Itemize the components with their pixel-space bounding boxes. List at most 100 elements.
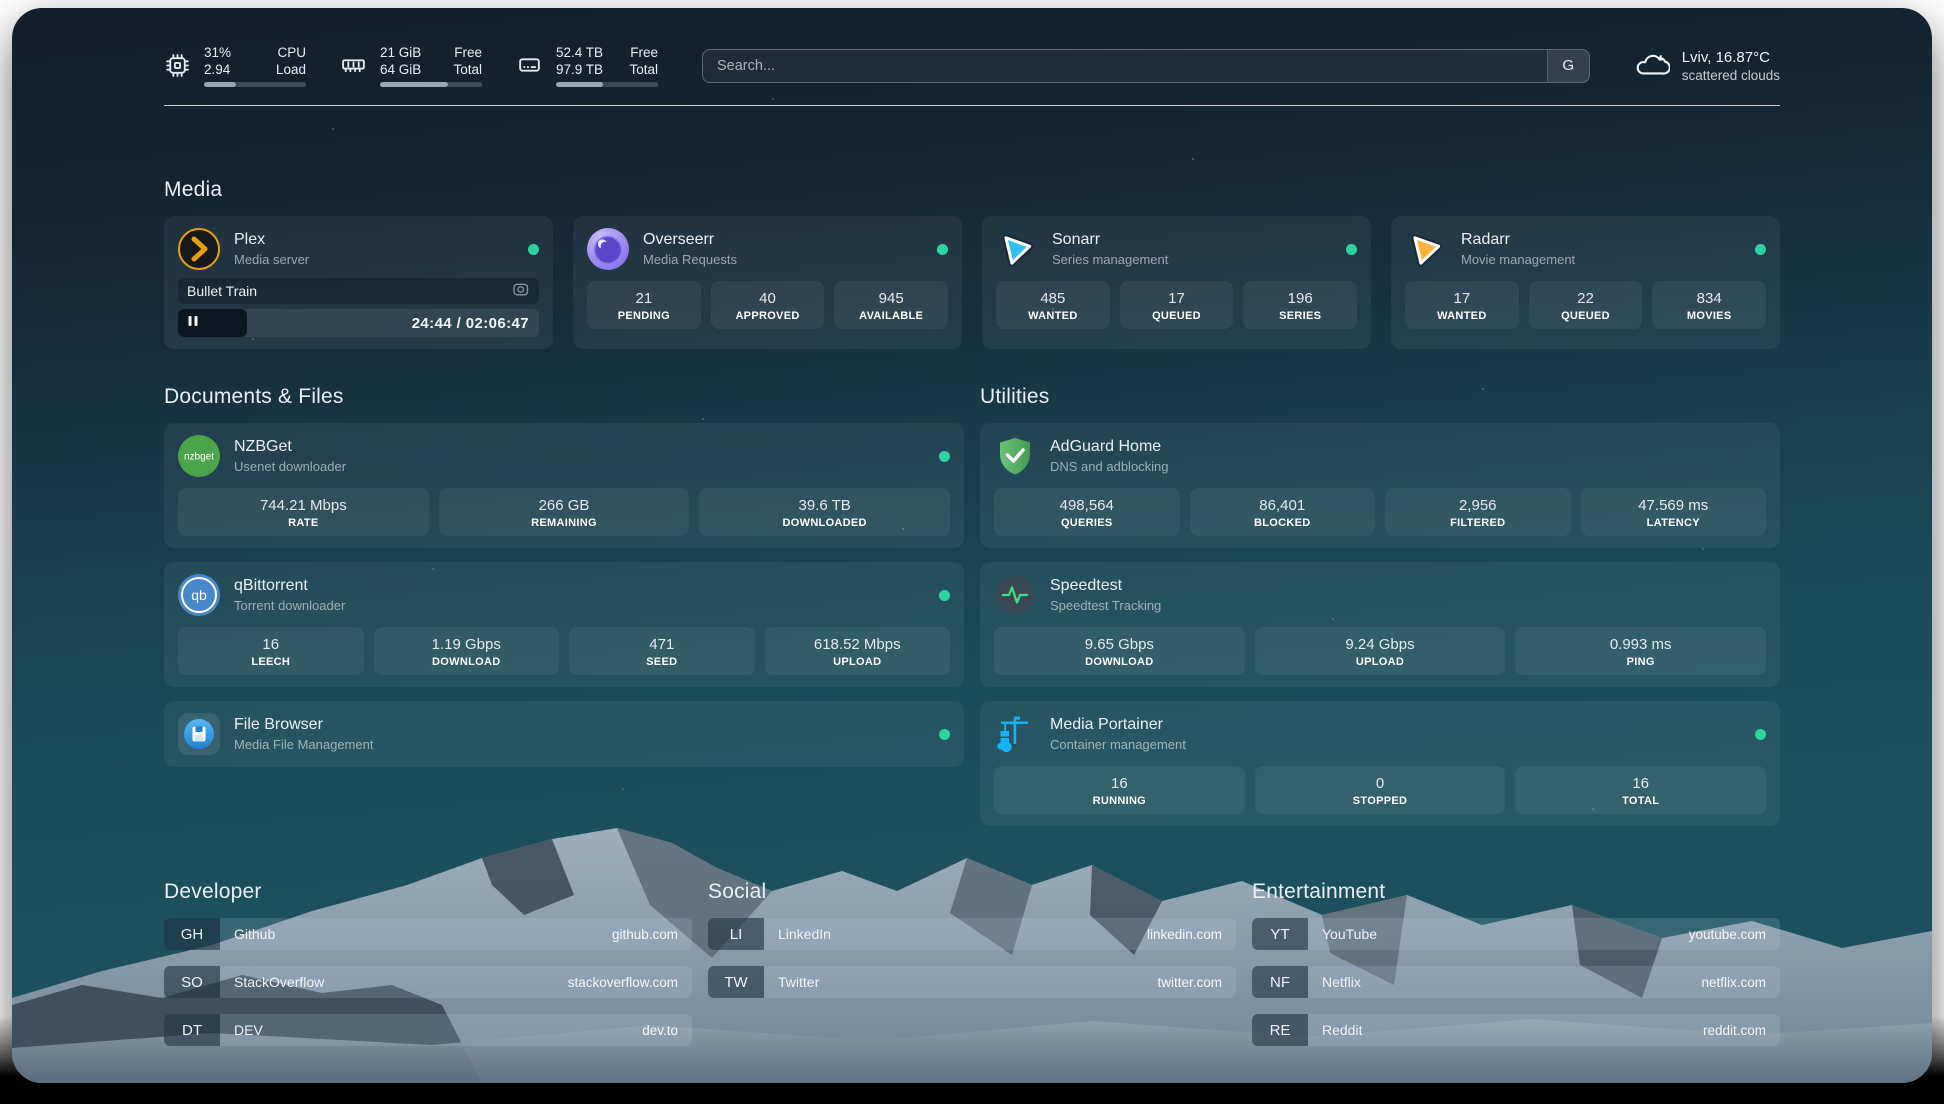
stat-block: 21PENDING bbox=[587, 281, 701, 329]
stat-label: DOWNLOAD bbox=[378, 656, 556, 668]
bookmark-abbr: SO bbox=[164, 966, 220, 998]
bookmark-name: Github bbox=[220, 918, 275, 950]
service-title: AdGuard Home bbox=[1050, 437, 1169, 457]
playback-elapsed-fill bbox=[178, 309, 247, 337]
playback-time: 24:44 / 02:06:47 bbox=[412, 315, 529, 332]
stat-value: 1.19 Gbps bbox=[378, 635, 556, 654]
bookmark-url: netflix.com bbox=[1701, 966, 1780, 998]
stat-label: RUNNING bbox=[998, 795, 1241, 807]
weather-location-temp: Lviv, 16.87°C bbox=[1682, 48, 1780, 67]
service-card-overseerr[interactable]: Overseerr Media Requests 21PENDING 40APP… bbox=[573, 216, 962, 349]
service-card-plex[interactable]: Plex Media server Bullet Train bbox=[164, 216, 553, 349]
stat-block: 17QUEUED bbox=[1120, 281, 1234, 329]
bookmark-group-social: Social LI LinkedIn linkedin.com TW Twitt… bbox=[708, 880, 1236, 1046]
cpu-progress-track bbox=[204, 82, 306, 87]
service-title: Plex bbox=[234, 230, 309, 250]
service-card-nzbget[interactable]: nzbget NZBGet Usenet downloader 744.21 M… bbox=[164, 423, 964, 548]
stat-value: 196 bbox=[1247, 289, 1353, 308]
disk-progress-track bbox=[556, 82, 658, 87]
stat-label: UPLOAD bbox=[769, 656, 947, 668]
stat-block: 9.24 GbpsUPLOAD bbox=[1255, 627, 1506, 675]
bookmark-twitter[interactable]: TW Twitter twitter.com bbox=[708, 966, 1236, 998]
stat-block: 196SERIES bbox=[1243, 281, 1357, 329]
stat-block: 0.993 msPING bbox=[1515, 627, 1766, 675]
service-subtitle: Series management bbox=[1052, 251, 1168, 268]
stat-block: 1.19 Gbps DOWNLOAD bbox=[374, 627, 560, 675]
stat-value: 16 bbox=[1519, 774, 1762, 793]
memory-widget: 21 GiBFree 64 GiBTotal bbox=[340, 44, 482, 87]
stat-label: QUEUED bbox=[1124, 310, 1230, 322]
bookmark-linkedin[interactable]: LI LinkedIn linkedin.com bbox=[708, 918, 1236, 950]
service-card-portainer[interactable]: Media Portainer Container management 16R… bbox=[980, 701, 1780, 826]
weather-condition: scattered clouds bbox=[1682, 67, 1780, 84]
disk-value-2: 97.9 TB bbox=[556, 61, 603, 78]
resource-widgets: 31%CPU 2.94Load 21 GiBFree bbox=[164, 44, 658, 87]
stat-label: REMAINING bbox=[443, 517, 686, 529]
stat-block: 471SEED bbox=[569, 627, 755, 675]
bookmark-abbr: DT bbox=[164, 1014, 220, 1046]
service-card-adguard[interactable]: AdGuard Home DNS and adblocking 498,564Q… bbox=[980, 423, 1780, 548]
stat-value: 266 GB bbox=[443, 496, 686, 515]
cpu-widget: 31%CPU 2.94Load bbox=[164, 44, 306, 87]
section-title-utilities: Utilities bbox=[980, 385, 1780, 409]
service-subtitle: Usenet downloader bbox=[234, 458, 346, 475]
bookmark-url: linkedin.com bbox=[1147, 918, 1236, 950]
cpu-label-1: CPU bbox=[277, 44, 306, 61]
section-title-media: Media bbox=[164, 178, 1780, 202]
stat-block: 39.6 TBDOWNLOADED bbox=[699, 488, 950, 536]
bookmark-group-entertainment: Entertainment YT YouTube youtube.com NF … bbox=[1252, 880, 1780, 1046]
memory-value-2: 64 GiB bbox=[380, 61, 421, 78]
stat-block: 0STOPPED bbox=[1255, 766, 1506, 814]
service-subtitle: Torrent downloader bbox=[234, 597, 345, 614]
memory-progress-fill bbox=[380, 82, 448, 87]
stat-value: 471 bbox=[573, 635, 751, 654]
service-card-filebrowser[interactable]: File Browser Media File Management bbox=[164, 701, 964, 767]
playback-progress-bar: 24:44 / 02:06:47 bbox=[178, 309, 539, 337]
stat-label: PENDING bbox=[591, 310, 697, 322]
stat-block: 16RUNNING bbox=[994, 766, 1245, 814]
search-input[interactable] bbox=[702, 49, 1590, 83]
bookmark-abbr: LI bbox=[708, 918, 764, 950]
search-bar: G bbox=[702, 49, 1590, 83]
cpu-icon bbox=[164, 52, 191, 79]
status-dot bbox=[939, 590, 950, 601]
stat-value: 945 bbox=[838, 289, 944, 308]
bookmark-name: Twitter bbox=[764, 966, 819, 998]
bookmark-abbr: RE bbox=[1252, 1014, 1308, 1046]
stat-value: 0.993 ms bbox=[1519, 635, 1762, 654]
stat-label: STOPPED bbox=[1259, 795, 1502, 807]
bookmark-netflix[interactable]: NF Netflix netflix.com bbox=[1252, 966, 1780, 998]
stat-value: 47.569 ms bbox=[1585, 496, 1763, 515]
stat-value: 744.21 Mbps bbox=[182, 496, 425, 515]
documents-column: Documents & Files nzbget NZBGet Usenet d bbox=[164, 385, 964, 826]
stat-block: 16 TOTAL bbox=[1515, 766, 1766, 814]
cpu-progress-fill bbox=[204, 82, 236, 87]
service-title: Overseerr bbox=[643, 230, 737, 250]
service-card-radarr[interactable]: Radarr Movie management 17WANTED 22QUEUE… bbox=[1391, 216, 1780, 349]
disk-progress-fill bbox=[556, 82, 603, 87]
service-card-speedtest[interactable]: Speedtest Speedtest Tracking 9.65 GbpsDO… bbox=[980, 562, 1780, 687]
bookmark-dev[interactable]: DT DEV dev.to bbox=[164, 1014, 692, 1046]
service-title: Radarr bbox=[1461, 230, 1575, 250]
stat-block: 47.569 msLATENCY bbox=[1581, 488, 1767, 536]
stat-value: 498,564 bbox=[998, 496, 1176, 515]
service-card-sonarr[interactable]: Sonarr Series management 485WANTED 17QUE… bbox=[982, 216, 1371, 349]
stat-label: TOTAL bbox=[1519, 795, 1762, 807]
stat-label: APPROVED bbox=[715, 310, 821, 322]
service-card-qbittorrent[interactable]: qb qBittorrent Torrent downloader 16LEEC… bbox=[164, 562, 964, 687]
stat-label: DOWNLOADED bbox=[703, 517, 946, 529]
stat-label: RATE bbox=[182, 517, 425, 529]
section-title-social: Social bbox=[708, 880, 1236, 904]
bookmark-stackoverflow[interactable]: SO StackOverflow stackoverflow.com bbox=[164, 966, 692, 998]
bookmark-github[interactable]: GH Github github.com bbox=[164, 918, 692, 950]
bookmark-youtube[interactable]: YT YouTube youtube.com bbox=[1252, 918, 1780, 950]
section-title-developer: Developer bbox=[164, 880, 692, 904]
bookmark-reddit[interactable]: RE Reddit reddit.com bbox=[1252, 1014, 1780, 1046]
service-title: File Browser bbox=[234, 715, 373, 735]
disk-label-2: Total bbox=[629, 61, 658, 78]
search-provider-button[interactable]: G bbox=[1547, 50, 1589, 82]
service-subtitle: Container management bbox=[1050, 736, 1186, 753]
svg-text:qb: qb bbox=[191, 587, 207, 603]
bookmark-name: Netflix bbox=[1308, 966, 1361, 998]
radarr-icon bbox=[1405, 228, 1447, 270]
